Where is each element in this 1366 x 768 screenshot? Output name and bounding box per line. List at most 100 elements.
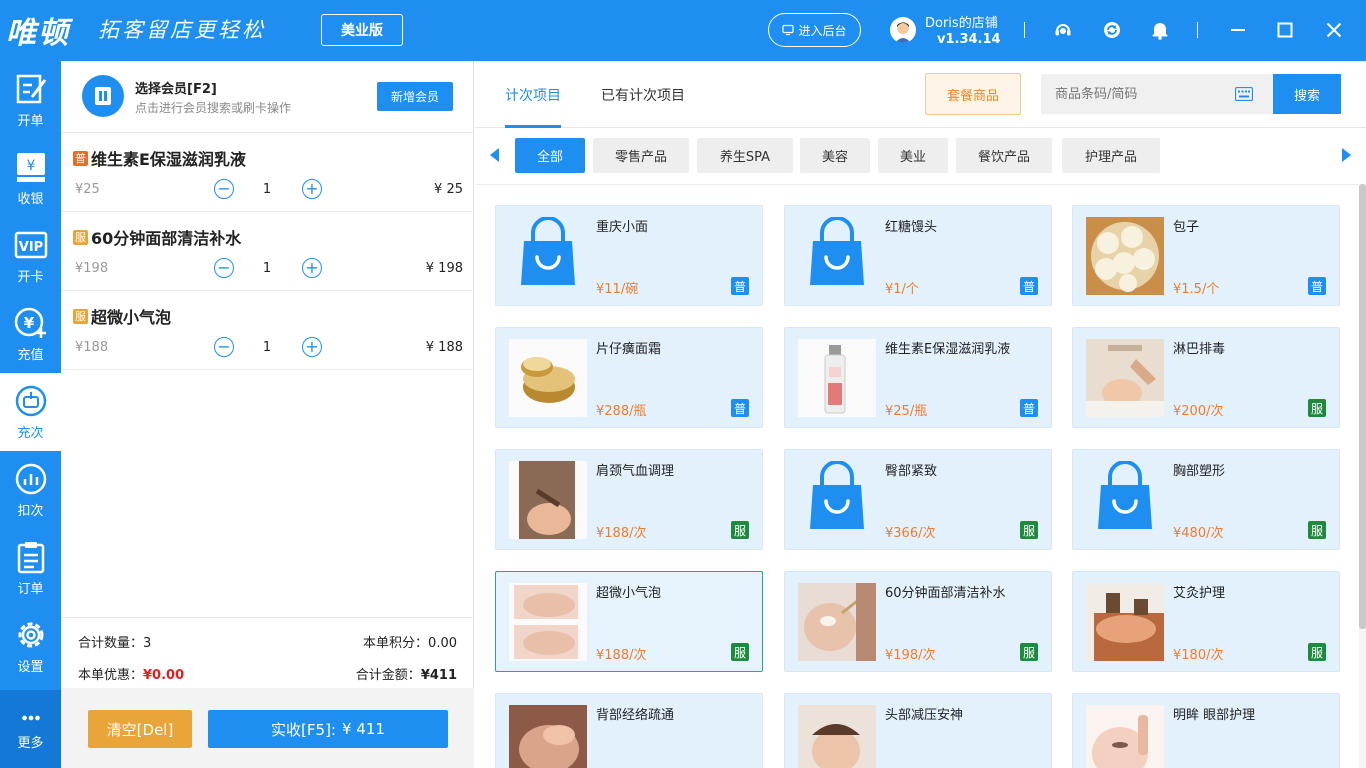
product-card[interactable]: 红糖馒头 ¥1/个 普 <box>784 205 1052 306</box>
left-nav: 开单 ¥ 收银 VIP 开卡 ¥ 充值 充次 扣次 订单 设置 更多 <box>0 61 61 768</box>
product-price: ¥200/次 <box>1173 404 1224 419</box>
product-card[interactable]: 臀部紧致 ¥366/次 服 <box>784 449 1052 550</box>
enter-admin-button[interactable]: 进入后台 <box>768 13 861 47</box>
svg-text:¥: ¥ <box>26 158 35 174</box>
cart-item-name: 60分钟面部清洁补水 <box>91 229 242 248</box>
category-spa[interactable]: 养生SPA <box>697 138 793 173</box>
tab-existing-count-items[interactable]: 已有计次项目 <box>601 85 685 105</box>
service-type-tag: 服 <box>731 521 749 539</box>
product-image <box>509 705 587 768</box>
monitor-icon <box>782 24 795 36</box>
product-price: ¥198/次 <box>885 648 936 663</box>
product-card[interactable]: 明眸 眼部护理 <box>1072 693 1340 768</box>
nav-label: 更多 <box>17 735 44 751</box>
product-card[interactable]: 艾灸护理 ¥180/次 服 <box>1072 571 1340 672</box>
product-card[interactable]: 超微小气泡 ¥188/次 服 <box>495 571 763 672</box>
search-button[interactable]: 搜索 <box>1273 74 1341 114</box>
product-name: 臀部紧致 <box>885 464 938 479</box>
recharge-times-icon <box>15 385 46 416</box>
cart-item-qty[interactable]: 1 <box>257 261 277 276</box>
edition-button[interactable]: 美业版 <box>321 14 403 46</box>
product-card[interactable]: 背部经络疏通 <box>495 693 763 768</box>
order-summary: 合计数量：3 本单积分：0.00 本单优惠：¥0.00 合计金额：¥411 <box>61 617 474 688</box>
nav-item-open-card[interactable]: VIP 开卡 <box>0 217 61 295</box>
product-grid: 重庆小面 ¥11/碗普红糖馒头 ¥1/个普包子 ¥1.5/个普片仔癀面霜 ¥288/瓶普… <box>475 186 1360 768</box>
product-card[interactable]: 60分钟面部清洁补水 ¥198/次 服 <box>784 571 1052 672</box>
category-next-arrow-icon[interactable] <box>1342 148 1351 162</box>
clear-button[interactable]: 清空[Del] <box>88 710 192 748</box>
product-card[interactable]: 肩颈气血调理 ¥188/次 服 <box>495 449 763 550</box>
customer-service-icon[interactable] <box>1051 18 1075 42</box>
product-card[interactable]: 维生素E保湿滋润乳液 ¥25/瓶 普 <box>784 327 1052 428</box>
increase-qty-button[interactable]: + <box>302 179 322 199</box>
product-price: ¥1/个 <box>885 282 919 297</box>
tab-count-items[interactable]: 计次项目 <box>505 85 561 105</box>
cart-item[interactable]: 服 60分钟面部清洁补水 ¥198 − 1 + ¥ 198 <box>61 212 474 291</box>
nav-item-deduct-times[interactable]: 扣次 <box>0 451 61 529</box>
product-price: ¥25/瓶 <box>885 404 928 419</box>
bell-icon[interactable] <box>1148 18 1172 42</box>
category-care[interactable]: 护理产品 <box>1062 138 1160 173</box>
nav-item-more[interactable]: 更多 <box>0 690 61 768</box>
nav-label: 开卡 <box>17 269 44 285</box>
titlebar-divider <box>1024 22 1025 38</box>
shopping-bag-icon <box>1086 461 1164 539</box>
category-bar: 全部 零售产品 养生SPA 美容 美业 餐饮产品 护理产品 <box>475 128 1366 185</box>
nav-item-settings[interactable]: 设置 <box>0 607 61 685</box>
nav-item-recharge[interactable]: ¥ 充值 <box>0 295 61 373</box>
nav-label: 充次 <box>17 425 44 441</box>
nav-item-orders[interactable]: 订单 <box>0 529 61 607</box>
minimize-icon[interactable] <box>1226 18 1250 42</box>
product-scrollbar[interactable] <box>1359 184 1366 768</box>
store-avatar[interactable] <box>890 17 916 43</box>
cart-item-qty[interactable]: 1 <box>257 182 277 197</box>
nav-label: 收银 <box>17 191 44 207</box>
cart-item-qty[interactable]: 1 <box>257 340 277 355</box>
cart-item[interactable]: 普维生素E保湿滋润乳液 ¥25 − 1 + ¥ 25 <box>61 133 474 212</box>
product-card[interactable]: 胸部塑形 ¥480/次 服 <box>1072 449 1340 550</box>
title-bar: 唯顿 拓客留店更轻松 美业版 进入后台 Doris的店铺 v1.34.14 <box>0 0 1366 61</box>
category-beauty[interactable]: 美容 <box>800 138 870 173</box>
pay-button[interactable]: 实收[F5]: ¥ 411 <box>208 710 448 748</box>
cart-item-name: 维生素E保湿滋润乳液 <box>91 150 246 169</box>
product-card[interactable]: 淋巴排毒 ¥200/次 服 <box>1072 327 1340 428</box>
maximize-icon[interactable] <box>1273 18 1297 42</box>
category-prev-arrow-icon[interactable] <box>490 148 499 162</box>
total-amount-value: ¥411 <box>420 668 457 683</box>
product-card[interactable]: 包子 ¥1.5/个 普 <box>1072 205 1340 306</box>
discount-label: 本单优惠： <box>78 668 144 683</box>
app-logo: 唯顿 <box>6 16 70 51</box>
combo-products-button[interactable]: 套餐商品 <box>925 73 1021 115</box>
product-price: ¥188/次 <box>596 526 647 541</box>
nav-item-cashier[interactable]: ¥ 收银 <box>0 139 61 217</box>
product-name: 艾灸护理 <box>1173 586 1226 601</box>
cart-item-unit-price: ¥188 <box>75 340 109 355</box>
increase-qty-button[interactable]: + <box>302 258 322 278</box>
product-card[interactable]: 头部减压安神 <box>784 693 1052 768</box>
product-card[interactable]: 片仔癀面霜 ¥288/瓶 普 <box>495 327 763 428</box>
add-member-button[interactable]: 新增会员 <box>377 82 453 111</box>
product-type-tag: 普 <box>73 150 88 166</box>
nav-item-billing[interactable]: 开单 <box>0 61 61 139</box>
product-image <box>509 461 587 539</box>
nav-item-recharge-times[interactable]: 充次 <box>0 373 61 451</box>
category-all[interactable]: 全部 <box>515 138 585 173</box>
decrease-qty-button[interactable]: − <box>214 179 234 199</box>
category-retail[interactable]: 零售产品 <box>593 138 689 173</box>
member-selector[interactable]: 选择会员[F2] 点击进行会员搜索或刷卡操作 新增会员 <box>61 61 474 133</box>
order-panel: 选择会员[F2] 点击进行会员搜索或刷卡操作 新增会员 普维生素E保湿滋润乳液 … <box>61 61 474 768</box>
product-price: ¥288/瓶 <box>596 404 647 419</box>
product-card[interactable]: 重庆小面 ¥11/碗 普 <box>495 205 763 306</box>
sync-icon[interactable] <box>1100 18 1124 42</box>
app-slogan: 拓客留店更轻松 <box>98 18 266 42</box>
vip-card-icon: VIP <box>14 231 47 258</box>
category-food[interactable]: 餐饮产品 <box>956 138 1052 173</box>
keyboard-icon[interactable] <box>1235 87 1253 101</box>
close-icon[interactable] <box>1322 18 1346 42</box>
increase-qty-button[interactable]: + <box>302 337 322 357</box>
cart-item[interactable]: 服超微小气泡 ¥188 − 1 + ¥ 188 <box>61 291 474 370</box>
decrease-qty-button[interactable]: − <box>214 337 234 357</box>
category-beauty-industry[interactable]: 美业 <box>878 138 948 173</box>
scroll-thumb[interactable] <box>1359 184 1366 629</box>
decrease-qty-button[interactable]: − <box>214 258 234 278</box>
